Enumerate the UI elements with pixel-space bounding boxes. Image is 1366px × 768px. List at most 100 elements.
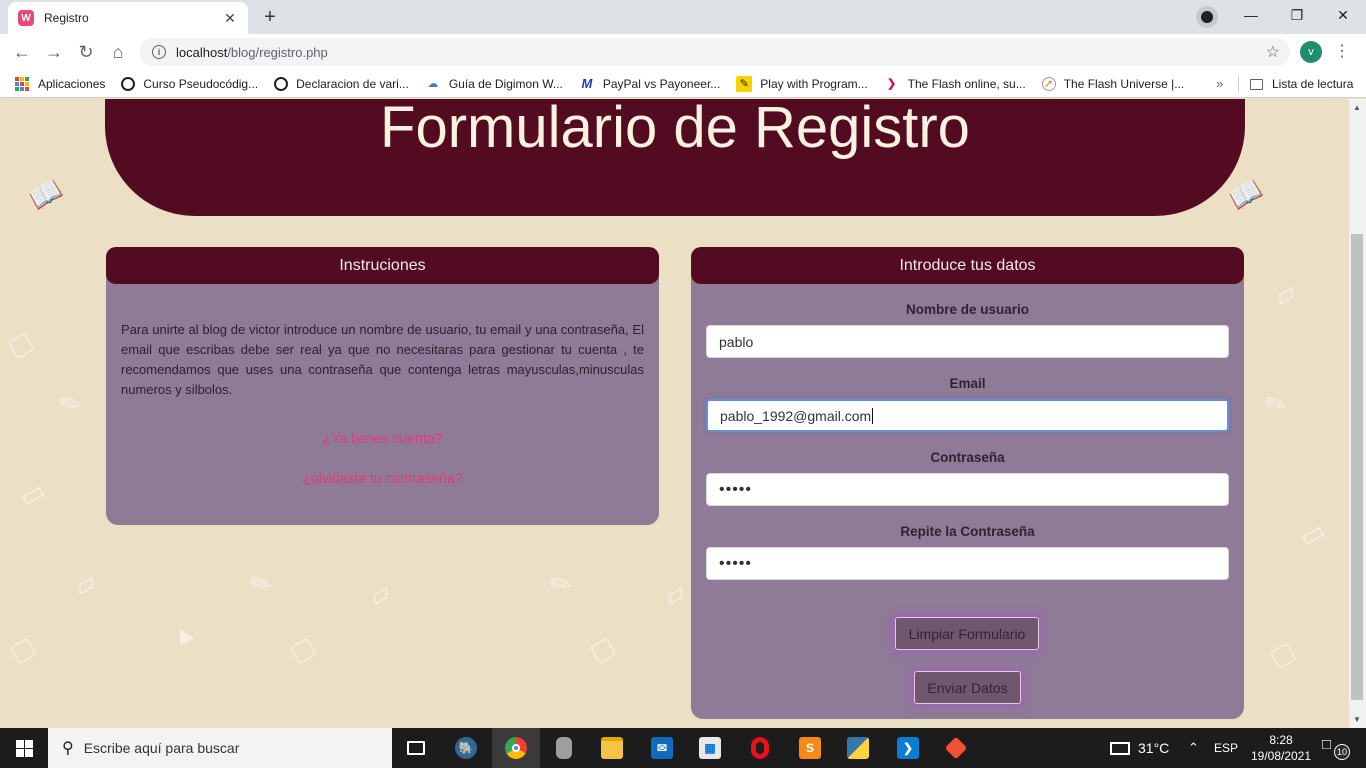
clear-form-button[interactable]: Limpiar Formulario xyxy=(895,617,1039,650)
taskbar-python[interactable] xyxy=(834,728,882,768)
bookmark-flash-universe[interactable]: ➚ The Flash Universe |... xyxy=(1041,76,1185,91)
scroll-up-arrow-icon[interactable]: ▲ xyxy=(1353,103,1361,112)
restore-button[interactable]: ❐ xyxy=(1274,0,1320,30)
bookmark-label: Guía de Digimon W... xyxy=(448,76,563,91)
lock-doodle-icon: ▢ xyxy=(3,629,41,669)
bag-doodle-icon: ▢ xyxy=(583,629,621,669)
compass-icon: ➚ xyxy=(1041,76,1056,91)
tab-registro[interactable]: W Registro ✕ xyxy=(8,2,248,34)
username-label: Nombre de usuario xyxy=(905,302,1030,317)
taskbar-file-explorer[interactable] xyxy=(588,728,636,768)
mail-icon: ✉ xyxy=(651,737,673,759)
taskbar-sublime[interactable]: S xyxy=(786,728,834,768)
postgres-elephant-icon: 🐘 xyxy=(455,737,477,759)
bookmark-star-icon[interactable]: ☆ xyxy=(1266,42,1280,62)
page-scrollbar[interactable]: ▲ ▼ xyxy=(1349,99,1366,728)
chevron-logo-icon: ❯ xyxy=(887,78,897,90)
submit-button[interactable]: Enviar Datos xyxy=(914,671,1021,704)
taskbar-store[interactable]: ▦ xyxy=(686,728,734,768)
reading-list-label: Lista de lectura xyxy=(1272,77,1354,91)
email-input[interactable]: pablo_1992@gmail.com xyxy=(706,399,1229,432)
task-view-button[interactable] xyxy=(392,728,440,768)
tab-title: Registro xyxy=(44,11,89,25)
reading-list-button[interactable]: Lista de lectura xyxy=(1250,70,1353,98)
password-label: Contraseña xyxy=(930,450,1005,465)
username-input[interactable]: pablo xyxy=(706,325,1229,358)
bookmark-declaracion[interactable]: Declaracion de vari... xyxy=(274,76,409,91)
bookmark-label: PayPal vs Payoneer... xyxy=(602,76,721,91)
home-icon[interactable]: ⌂ xyxy=(104,38,132,66)
store-bag-icon: ▦ xyxy=(699,737,721,759)
git-icon xyxy=(944,736,968,760)
bookmark-flash-online[interactable]: ❯ The Flash online, su... xyxy=(884,76,1026,92)
taskbar-search-box[interactable]: ⚲ Escribe aquí para buscar xyxy=(48,728,392,768)
bookmark-label: Curso Pseudocódig... xyxy=(143,76,259,91)
task-view-icon xyxy=(407,741,425,755)
forward-arrow-icon[interactable]: → xyxy=(40,38,68,66)
mortarboard-doodle-icon: ▲ xyxy=(163,614,202,654)
minimize-button[interactable]: — xyxy=(1228,0,1274,30)
site-info-icon[interactable]: i xyxy=(152,45,166,59)
forgot-password-link[interactable]: ¿olvidaste tu contraseña? xyxy=(106,470,659,486)
profile-avatar[interactable]: v xyxy=(1300,41,1322,63)
sublime-text-icon: S xyxy=(799,737,821,759)
new-tab-button[interactable]: + xyxy=(256,5,284,29)
bookmark-play-with-programming[interactable]: ✎ Play with Program... xyxy=(736,75,868,92)
input-language[interactable]: ESP xyxy=(1214,728,1238,768)
taskbar-search-placeholder: Escribe aquí para buscar xyxy=(83,740,240,756)
browser-toolbar: ← → ↻ ⌂ i localhost/blog/registro.php ☆ … xyxy=(0,34,1366,70)
bookmark-label: The Flash online, su... xyxy=(907,76,1026,91)
taskbar-postgres[interactable]: 🐘 xyxy=(442,728,490,768)
address-bar[interactable]: i localhost/blog/registro.php ☆ xyxy=(140,38,1290,66)
page-header-banner: Formulario de Registro xyxy=(105,99,1245,216)
bookmark-aplicaciones[interactable]: Aplicaciones xyxy=(14,76,105,92)
taskbar-git[interactable] xyxy=(932,728,980,768)
pencil-doodle-icon: ✎ xyxy=(53,385,88,423)
book-doodle-icon: 📖 xyxy=(24,172,68,216)
opera-icon xyxy=(751,737,769,759)
bookmark-paypal-payoneer[interactable]: M PayPal vs Payoneer... xyxy=(579,76,720,92)
bookmark-curso-pseudocodigo[interactable]: Curso Pseudocódig... xyxy=(121,76,259,91)
taskbar-chrome[interactable] xyxy=(492,728,540,768)
bookmark-label: Declaracion de vari... xyxy=(296,76,409,91)
scrollbar-thumb[interactable] xyxy=(1351,234,1363,700)
taskbar-database[interactable] xyxy=(540,728,588,768)
start-button[interactable] xyxy=(0,728,48,768)
cube-doodle-icon: ▱ xyxy=(658,576,691,613)
taskbar-vscode[interactable]: ❯ xyxy=(884,728,932,768)
text-caret xyxy=(872,407,874,424)
scroll-down-arrow-icon[interactable]: ▼ xyxy=(1353,715,1361,724)
browser-menu-icon[interactable]: ⋮ xyxy=(1334,40,1350,64)
cube-doodle-icon: ▱ xyxy=(68,566,101,603)
bookmark-label: The Flash Universe |... xyxy=(1063,76,1185,91)
login-link[interactable]: ¿Ya tienes cuenta? xyxy=(106,430,659,446)
python-icon xyxy=(847,737,869,759)
repeat-password-input[interactable]: ••••• xyxy=(706,547,1229,580)
email-label: Email xyxy=(949,376,986,391)
close-window-button[interactable]: ✕ xyxy=(1320,0,1366,30)
instructions-text: Para unirte al blog de victor introduce … xyxy=(121,322,644,397)
tab-close-icon[interactable]: ✕ xyxy=(222,10,238,27)
reading-list-icon xyxy=(1250,78,1263,90)
bookmark-guia-digimon[interactable]: ☁ Guía de Digimon W... xyxy=(425,76,563,92)
weather-widget[interactable]: 31°C xyxy=(1110,728,1169,768)
bookmark-label: Aplicaciones xyxy=(38,76,106,91)
taskbar-clock[interactable]: 8:28 19/08/2021 xyxy=(1250,732,1312,764)
bookmarks-overflow-icon[interactable]: » xyxy=(1216,76,1223,91)
bookmarks-divider xyxy=(1238,76,1239,92)
tab-search-icon[interactable] xyxy=(1196,6,1218,28)
back-arrow-icon[interactable]: ← xyxy=(8,38,36,66)
repeat-password-value: ••••• xyxy=(719,554,753,572)
lock-doodle-icon: ▢ xyxy=(1,324,39,364)
pencil-icon: ✎ xyxy=(736,75,753,92)
username-value: pablo xyxy=(719,333,754,350)
taskbar-mail[interactable]: ✉ xyxy=(638,728,686,768)
tray-overflow-icon[interactable]: ⌃ xyxy=(1188,728,1199,768)
notification-count-badge: 10 xyxy=(1334,744,1350,760)
taskbar-opera[interactable] xyxy=(736,728,784,768)
notification-center-button[interactable]: □ 10 xyxy=(1322,736,1350,760)
password-input[interactable]: ••••• xyxy=(706,473,1229,506)
reload-icon[interactable]: ↻ xyxy=(72,38,100,66)
database-icon xyxy=(556,737,572,759)
instructions-panel: Instruciones Para unirte al blog de vict… xyxy=(106,247,659,525)
